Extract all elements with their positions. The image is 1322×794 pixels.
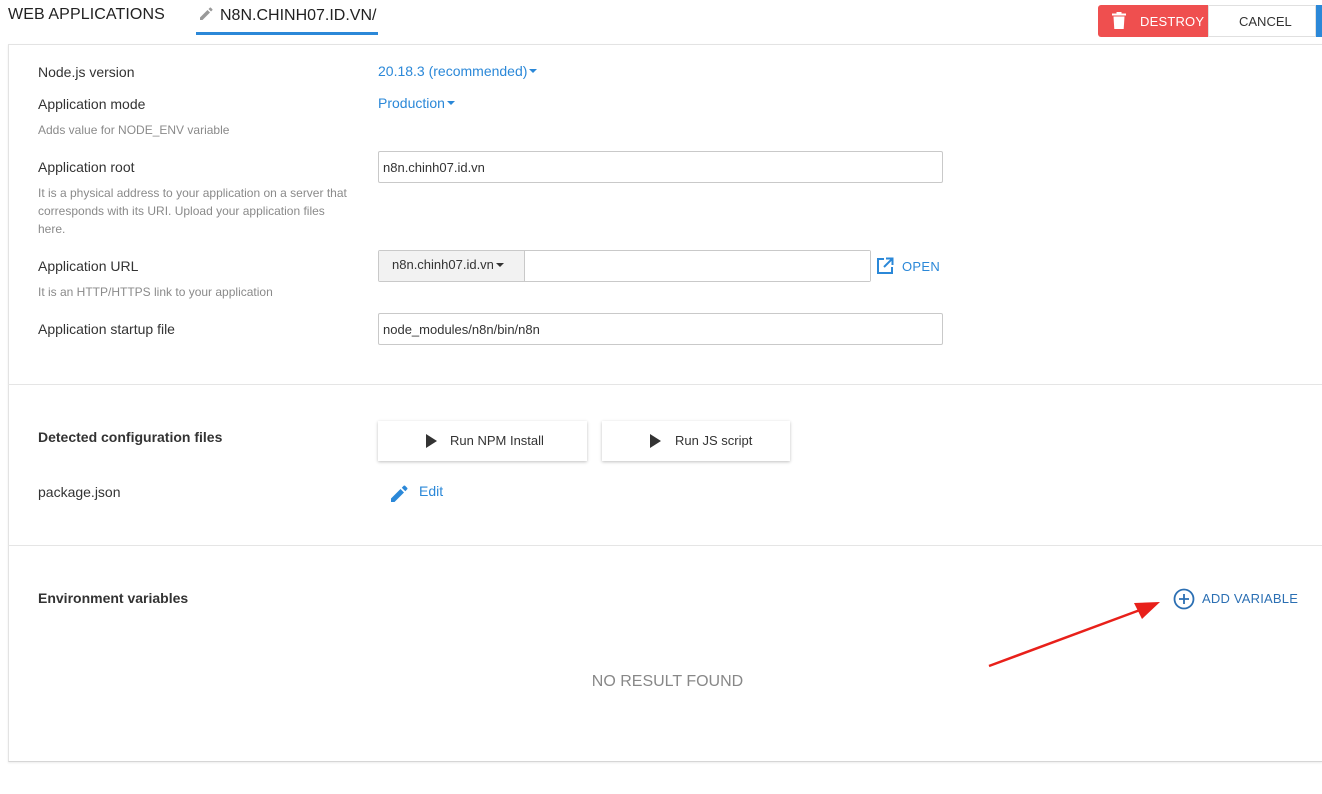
- caret-down-icon: [446, 101, 455, 106]
- app-mode-hint: Adds value for NODE_ENV variable: [38, 123, 230, 137]
- domain-value: n8n.chinh07.id.vn: [392, 257, 494, 272]
- app-url-label: Application URL: [38, 258, 139, 274]
- config-file-name: package.json: [38, 484, 121, 500]
- startup-file-input[interactable]: [378, 313, 943, 345]
- empty-state-text: NO RESULT FOUND: [591, 673, 744, 690]
- run-npm-label: Run NPM Install: [450, 433, 544, 448]
- destroy-button[interactable]: DESTROY: [1098, 5, 1208, 37]
- app-mode-label: Application mode: [38, 96, 146, 112]
- config-files-title: Detected configuration files: [38, 429, 223, 445]
- cancel-label: CANCEL: [1239, 14, 1292, 29]
- app-url-hint: It is an HTTP/HTTPS link to your applica…: [38, 285, 273, 299]
- app-url-path-input[interactable]: [526, 251, 870, 281]
- app-root-input[interactable]: [378, 151, 943, 183]
- pencil-icon: [200, 7, 213, 20]
- top-bar: WEB APPLICATIONS N8N.CHINH07.ID.VN/ DEST…: [0, 0, 1322, 44]
- startup-file-label: Application startup file: [38, 321, 175, 337]
- app-url-field: n8n.chinh07.id.vn: [378, 250, 871, 282]
- edit-label: Edit: [419, 483, 444, 499]
- node-version-label: Node.js version: [38, 64, 135, 80]
- app-mode-dropdown[interactable]: Production: [378, 95, 455, 111]
- caret-down-icon: [495, 262, 504, 267]
- tab-current-app[interactable]: N8N.CHINH07.ID.VN/: [196, 0, 378, 35]
- app-root-label: Application root: [38, 159, 135, 175]
- cancel-button[interactable]: CANCEL: [1208, 5, 1316, 37]
- open-label: OPEN: [902, 259, 941, 274]
- run-js-label: Run JS script: [675, 433, 753, 448]
- domain-select[interactable]: n8n.chinh07.id.vn: [379, 251, 525, 281]
- section-divider: [8, 384, 1322, 385]
- play-icon: [426, 434, 437, 448]
- save-button-edge[interactable]: [1316, 5, 1322, 37]
- env-vars-title: Environment variables: [38, 590, 189, 606]
- app-mode-value: Production: [378, 95, 445, 111]
- pencil-icon: [391, 485, 408, 502]
- run-js-script-button[interactable]: Run JS script: [602, 421, 790, 461]
- app-root-hint: It is a physical address to your applica…: [38, 186, 347, 236]
- trash-icon: [1112, 12, 1126, 29]
- node-version-value: 20.18.3 (recommended): [378, 63, 528, 79]
- section-title[interactable]: WEB APPLICATIONS: [8, 6, 165, 24]
- node-version-dropdown[interactable]: 20.18.3 (recommended): [378, 63, 538, 79]
- tab-label: N8N.CHINH07.ID.VN/: [220, 7, 377, 24]
- plus-circle-icon: [1173, 588, 1195, 610]
- caret-down-icon: [529, 69, 538, 74]
- section-divider: [8, 545, 1322, 546]
- run-npm-install-button[interactable]: Run NPM Install: [378, 421, 587, 461]
- external-link-icon: [877, 257, 894, 274]
- add-variable-label: ADD VARIABLE: [1202, 591, 1299, 606]
- destroy-label: DESTROY: [1140, 14, 1205, 29]
- play-icon: [650, 434, 661, 448]
